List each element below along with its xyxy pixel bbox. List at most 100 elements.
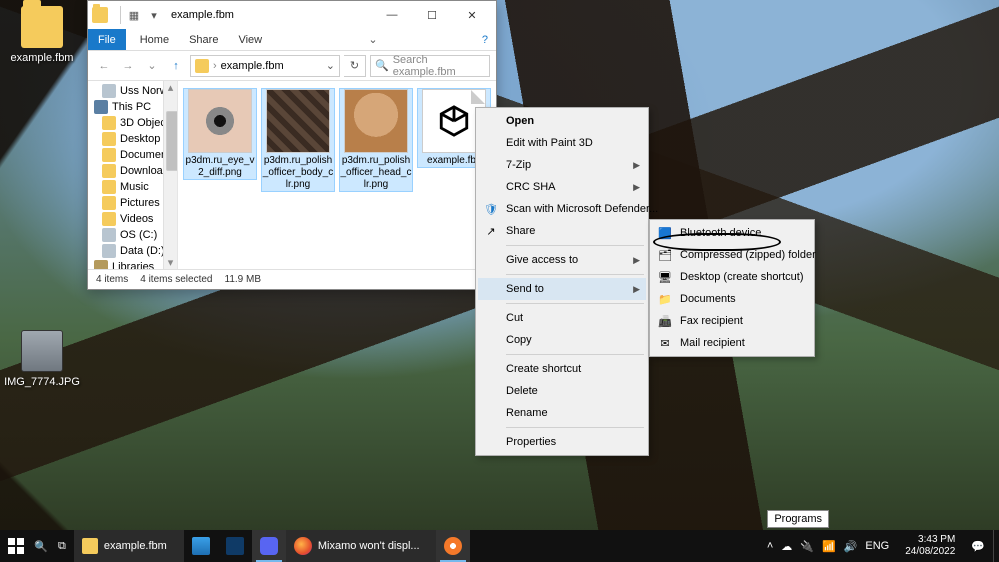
- file-item[interactable]: p3dm.ru_polish_officer_head_clr.png: [340, 89, 412, 191]
- nav-item-icon: [102, 132, 116, 146]
- address-bar-row: ← → ⌄ ↑ › example.fbm ⌄ ↻ 🔍 Search examp…: [88, 51, 496, 81]
- desktop-icon-img7774[interactable]: IMG_7774.JPG: [4, 330, 80, 388]
- menu-item-label: Edit with Paint 3D: [506, 137, 593, 149]
- menu-item-label: Copy: [506, 334, 532, 346]
- scroll-down-button[interactable]: ▾: [164, 256, 177, 269]
- show-desktop-button[interactable]: [993, 530, 999, 562]
- menu-item[interactable]: 📠Fax recipient: [652, 310, 812, 332]
- desktop-icon-example-fbm[interactable]: example.fbm: [4, 6, 80, 64]
- tab-view[interactable]: View: [228, 29, 272, 50]
- task-view-button[interactable]: ⧉: [50, 530, 74, 562]
- file-item[interactable]: p3dm.ru_eye_v2_diff.png: [184, 89, 256, 179]
- shield-icon: 🛡: [483, 201, 499, 217]
- menu-item[interactable]: Create shortcut: [478, 358, 646, 380]
- taskbar-app-label: example.fbm: [104, 540, 167, 552]
- tab-file[interactable]: File: [88, 29, 126, 50]
- desktop-icon-label: IMG_7774.JPG: [4, 376, 80, 388]
- ribbon-help-button[interactable]: ?: [474, 29, 496, 50]
- tray-volume-icon[interactable]: 🔊: [844, 540, 858, 553]
- nav-forward-button[interactable]: →: [118, 56, 138, 76]
- menu-item[interactable]: CRC SHA▶: [478, 176, 646, 198]
- scrollbar-thumb[interactable]: [166, 111, 178, 171]
- menu-item-label: Delete: [506, 385, 538, 397]
- search-icon: 🔍: [375, 59, 389, 72]
- menu-item[interactable]: ↗Share: [478, 220, 646, 242]
- nav-item-icon: [102, 228, 116, 242]
- taskbar-app-explorer[interactable]: example.fbm: [74, 530, 184, 562]
- menu-item[interactable]: 🖥Desktop (create shortcut): [652, 266, 812, 288]
- menu-item[interactable]: Delete: [478, 380, 646, 402]
- scroll-up-button[interactable]: ▴: [164, 81, 177, 94]
- nav-item-label: Desktop: [120, 133, 160, 145]
- nav-back-button[interactable]: ←: [94, 56, 114, 76]
- file-thumbnail: [344, 89, 408, 153]
- menu-item[interactable]: Open: [478, 110, 646, 132]
- menu-item[interactable]: Cut: [478, 307, 646, 329]
- tray-power-icon[interactable]: 🔌: [800, 540, 814, 553]
- navigation-pane[interactable]: Uss NorwayThis PC3D ObjectsDesktopDocume…: [88, 81, 178, 269]
- nav-item-label: Music: [120, 181, 149, 193]
- file-grid[interactable]: p3dm.ru_eye_v2_diff.pngp3dm.ru_polish_of…: [178, 81, 496, 269]
- tray-onedrive-icon[interactable]: ☁: [781, 540, 792, 553]
- folder-icon: [92, 7, 108, 23]
- menu-item-label: Give access to: [506, 254, 578, 266]
- menu-item[interactable]: Rename: [478, 402, 646, 424]
- menu-item[interactable]: 7-Zip▶: [478, 154, 646, 176]
- firefox-icon: [294, 537, 312, 555]
- submenu-arrow-icon: ▶: [633, 160, 640, 171]
- menu-item[interactable]: 🟦Bluetooth device: [652, 222, 812, 244]
- menu-item[interactable]: Send to ▶: [478, 278, 646, 300]
- taskbar-app-mail[interactable]: [184, 530, 218, 562]
- doc-icon: 📁: [657, 291, 673, 307]
- search-input[interactable]: 🔍 Search example.fbm: [370, 55, 490, 77]
- file-item[interactable]: p3dm.ru_polish_officer_body_clr.png: [262, 89, 334, 191]
- tray-language[interactable]: ENG: [865, 540, 889, 552]
- menu-item[interactable]: Copy: [478, 329, 646, 351]
- system-tray[interactable]: ˄ ☁ 🔌 📶 🔊 ENG: [759, 530, 897, 562]
- breadcrumb-segment[interactable]: example.fbm: [221, 60, 284, 72]
- taskbar-clock[interactable]: 3:43 PM 24/08/2022: [897, 530, 963, 562]
- tray-wifi-icon[interactable]: 📶: [822, 540, 836, 553]
- desk-icon: 🖥: [657, 269, 673, 285]
- menu-item[interactable]: Properties: [478, 431, 646, 453]
- menu-item-label: Fax recipient: [680, 315, 743, 327]
- file-label: p3dm.ru_polish_officer_body_clr.png: [262, 155, 334, 191]
- start-button[interactable]: [0, 530, 32, 562]
- close-button[interactable]: ✕: [452, 1, 492, 29]
- minimize-button[interactable]: —: [372, 1, 412, 29]
- taskbar-app-firefox[interactable]: Mixamo won't displ...: [286, 530, 436, 562]
- notifications-button[interactable]: 💬: [963, 530, 993, 562]
- nav-recent-button[interactable]: ⌄: [142, 56, 162, 76]
- qat-button[interactable]: ▾: [147, 8, 161, 22]
- taskbar-app-films[interactable]: [218, 530, 252, 562]
- taskbar-app-discord[interactable]: [252, 530, 286, 562]
- tab-home[interactable]: Home: [130, 29, 179, 50]
- taskbar-search-button[interactable]: 🔍: [32, 530, 50, 562]
- tab-share[interactable]: Share: [179, 29, 228, 50]
- folder-icon: [21, 6, 63, 48]
- window-titlebar[interactable]: ▦ ▾ example.fbm — ☐ ✕: [88, 1, 496, 29]
- menu-item[interactable]: Give access to▶: [478, 249, 646, 271]
- nav-scrollbar[interactable]: ▴ ▾: [163, 81, 177, 269]
- ribbon-expand-button[interactable]: ⌄: [360, 29, 385, 50]
- address-bar[interactable]: › example.fbm ⌄: [190, 55, 340, 77]
- menu-item[interactable]: Edit with Paint 3D: [478, 132, 646, 154]
- menu-item[interactable]: 🗂Compressed (zipped) folder: [652, 244, 812, 266]
- menu-item[interactable]: ✉Mail recipient: [652, 332, 812, 354]
- qat-button[interactable]: ▦: [127, 8, 141, 22]
- menu-item-label: Send to: [506, 283, 544, 295]
- refresh-button[interactable]: ↻: [344, 55, 366, 77]
- taskbar-app-blender[interactable]: [436, 530, 470, 562]
- menu-item[interactable]: 🛡Scan with Microsoft Defender...: [478, 198, 646, 220]
- submenu-arrow-icon: ▶: [633, 284, 640, 295]
- desktop-icon-label: example.fbm: [4, 52, 80, 64]
- file-label: p3dm.ru_eye_v2_diff.png: [184, 155, 256, 179]
- menu-separator: [506, 427, 644, 428]
- maximize-button[interactable]: ☐: [412, 1, 452, 29]
- address-dropdown-button[interactable]: ⌄: [326, 59, 335, 72]
- menu-item-label: Scan with Microsoft Defender...: [506, 203, 658, 215]
- menu-item[interactable]: 📁Documents: [652, 288, 812, 310]
- nav-item-label: Videos: [120, 213, 153, 225]
- nav-up-button[interactable]: ↑: [166, 56, 186, 76]
- tray-overflow-button[interactable]: ˄: [767, 540, 773, 552]
